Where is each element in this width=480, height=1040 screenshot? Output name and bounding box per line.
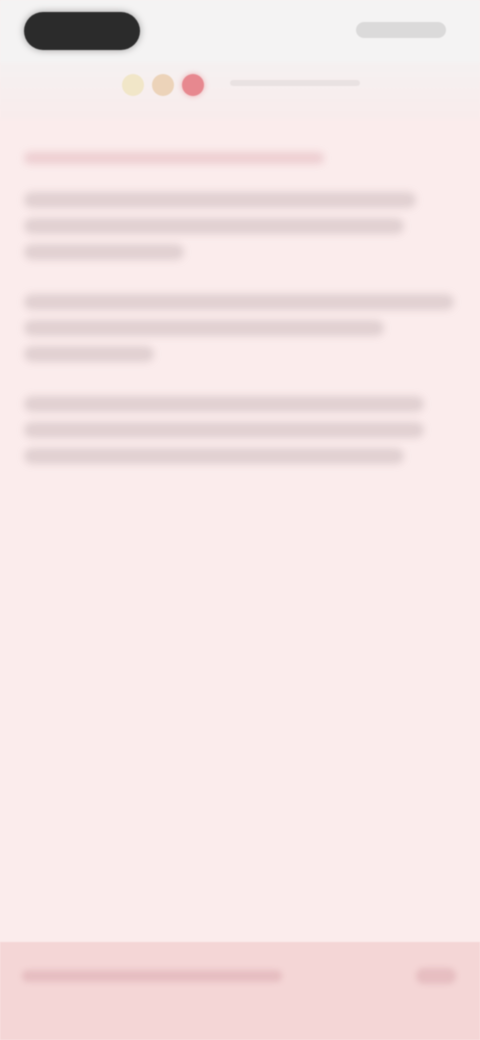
status-bar [0,0,480,62]
step-dot-1[interactable] [122,74,144,96]
content-paragraph [24,192,416,270]
status-pill [24,12,140,50]
step-dot-3[interactable] [182,74,204,96]
content-paragraph [24,396,424,474]
bottom-bar-action-button[interactable] [416,968,456,984]
content-paragraph [24,294,454,372]
step-indicator [122,74,204,96]
progress-strip [0,62,480,120]
bottom-bar-label [22,970,282,982]
content-title [24,152,324,174]
step-dot-2[interactable] [152,74,174,96]
bottom-bar [0,942,480,1040]
status-icons [356,22,446,38]
step-trail [230,80,360,86]
